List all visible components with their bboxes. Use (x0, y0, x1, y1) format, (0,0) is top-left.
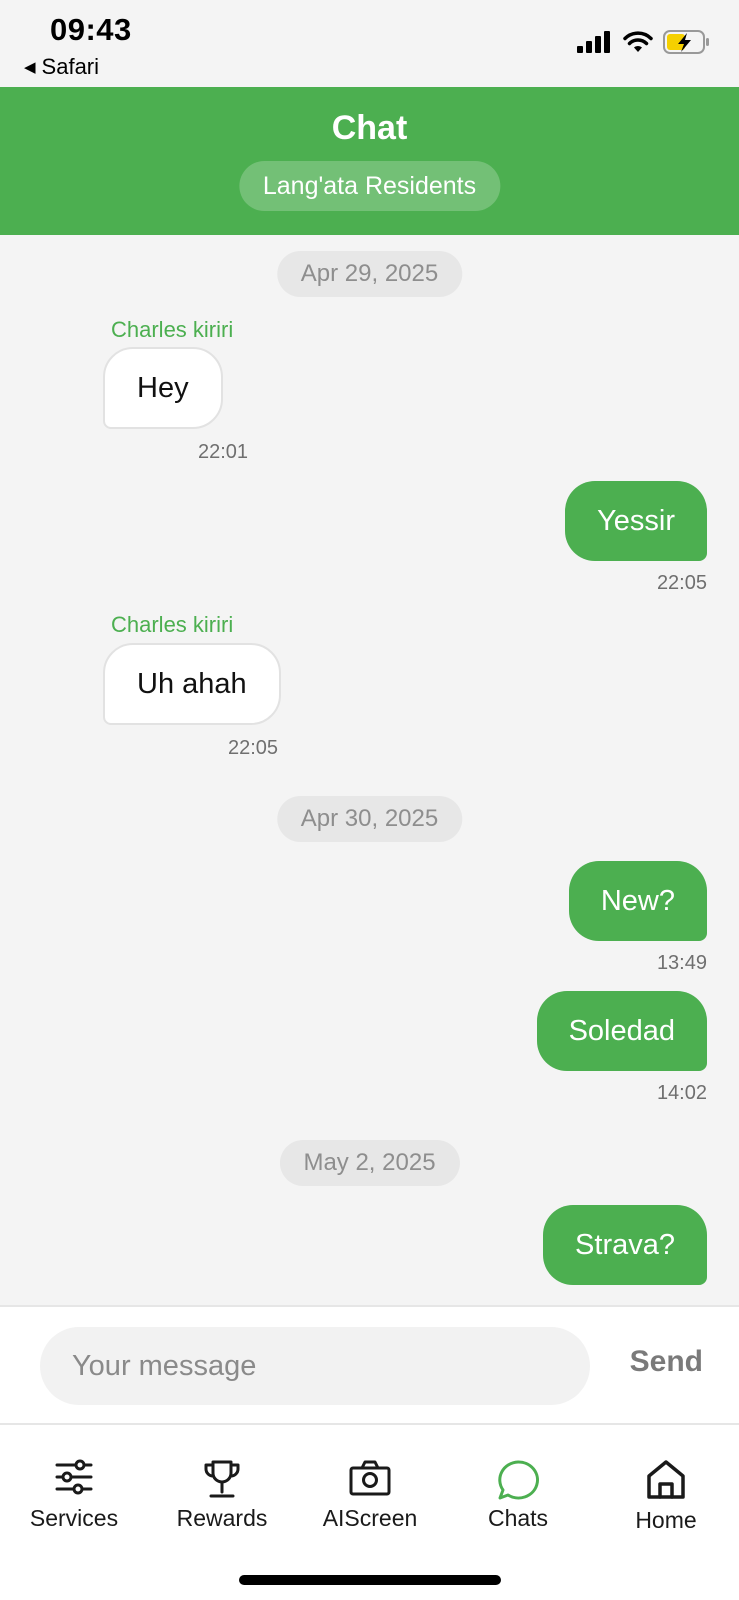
tab-label: AIScreen (322, 1505, 418, 1531)
group-name-badge[interactable]: Lang'ata Residents (238, 161, 501, 211)
message-time: 22:01 (198, 441, 249, 463)
incoming-message-bubble[interactable]: Uh ahah (103, 643, 281, 725)
message-list[interactable]: Apr 29, 2025 Charles kiriri Hey 22:01 Ye… (0, 235, 739, 1305)
outgoing-message-bubble[interactable]: Strava? (543, 1205, 707, 1285)
tab-label: Services (29, 1505, 119, 1531)
date-separator: Apr 29, 2025 (276, 251, 463, 297)
tab-chats[interactable]: Chats (444, 1459, 592, 1532)
wifi-icon (623, 31, 653, 52)
date-separator: Apr 30, 2025 (276, 796, 463, 842)
bottom-tab-bar: Services Rewards AIScreen Chats Home (0, 1425, 739, 1600)
message-input[interactable] (40, 1327, 590, 1405)
trophy-icon (204, 1460, 240, 1498)
battery-charging-icon (663, 30, 709, 54)
status-bar: 09:43 ◀ Safari (0, 0, 739, 87)
outgoing-message-bubble[interactable]: Yessir (565, 481, 707, 561)
tab-label: Chats (487, 1505, 549, 1531)
signal-icon (577, 31, 610, 53)
home-indicator[interactable] (239, 1575, 501, 1585)
tab-rewards[interactable]: Rewards (148, 1459, 296, 1532)
camera-icon (349, 1460, 391, 1496)
status-time: 09:43 (50, 12, 132, 47)
back-app-label: Safari (41, 54, 100, 79)
tab-aiscreen[interactable]: AIScreen (296, 1459, 444, 1532)
back-triangle-icon: ◀ (24, 59, 36, 76)
message-time: 22:05 (656, 572, 707, 594)
send-button[interactable]: Send (630, 1345, 703, 1379)
incoming-message-bubble[interactable]: Hey (103, 347, 223, 429)
back-to-app-link[interactable]: ◀ Safari (24, 54, 99, 80)
message-time: 13:49 (656, 952, 707, 974)
message-sender: Charles kiriri (111, 317, 234, 342)
message-time: 22:05 (228, 737, 279, 759)
sliders-icon (55, 1459, 93, 1495)
home-icon (647, 1460, 685, 1499)
tab-services[interactable]: Services (0, 1459, 148, 1532)
chat-bubble-icon (498, 1460, 539, 1500)
outgoing-message-bubble[interactable]: New? (568, 861, 707, 941)
tab-label: Rewards (176, 1505, 268, 1531)
status-icons (577, 30, 711, 54)
message-composer: Send (0, 1305, 739, 1425)
tab-home[interactable]: Home (592, 1459, 739, 1534)
chat-header: Chat Lang'ata Residents (0, 87, 739, 235)
tab-label: Home (635, 1507, 697, 1533)
date-separator: May 2, 2025 (279, 1140, 460, 1186)
outgoing-message-bubble[interactable]: Soledad (536, 991, 707, 1071)
message-sender: Charles kiriri (111, 612, 234, 637)
page-title: Chat (331, 109, 408, 147)
message-time: 14:02 (656, 1082, 707, 1104)
